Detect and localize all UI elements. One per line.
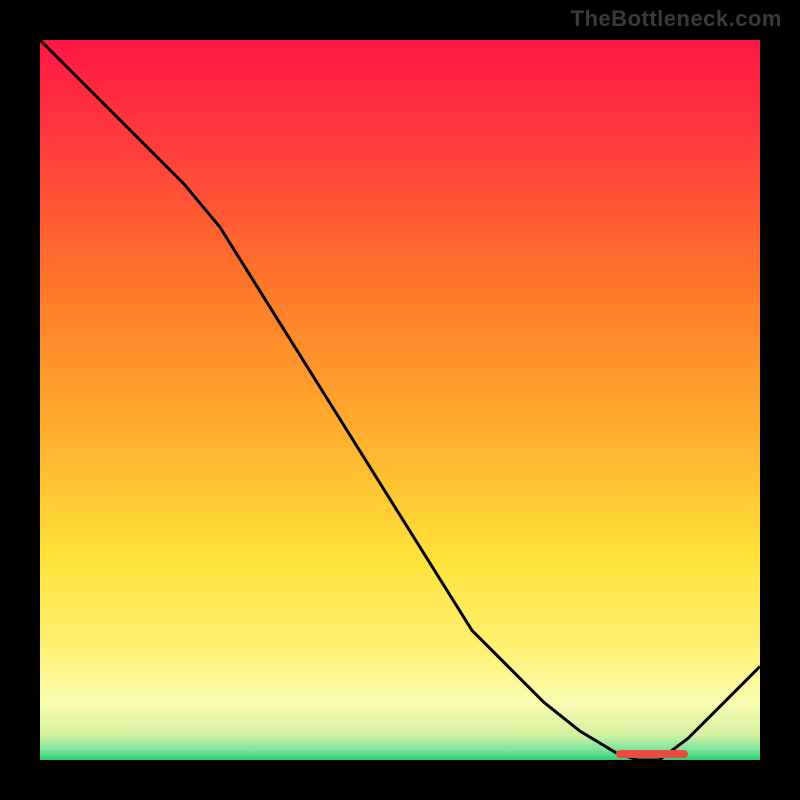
chart-frame: TheBottleneck.com bbox=[0, 0, 800, 800]
bottleneck-chart bbox=[40, 40, 760, 760]
plot-area bbox=[40, 40, 760, 760]
optimal-range-marker bbox=[616, 750, 688, 758]
attribution-text: TheBottleneck.com bbox=[571, 6, 782, 32]
